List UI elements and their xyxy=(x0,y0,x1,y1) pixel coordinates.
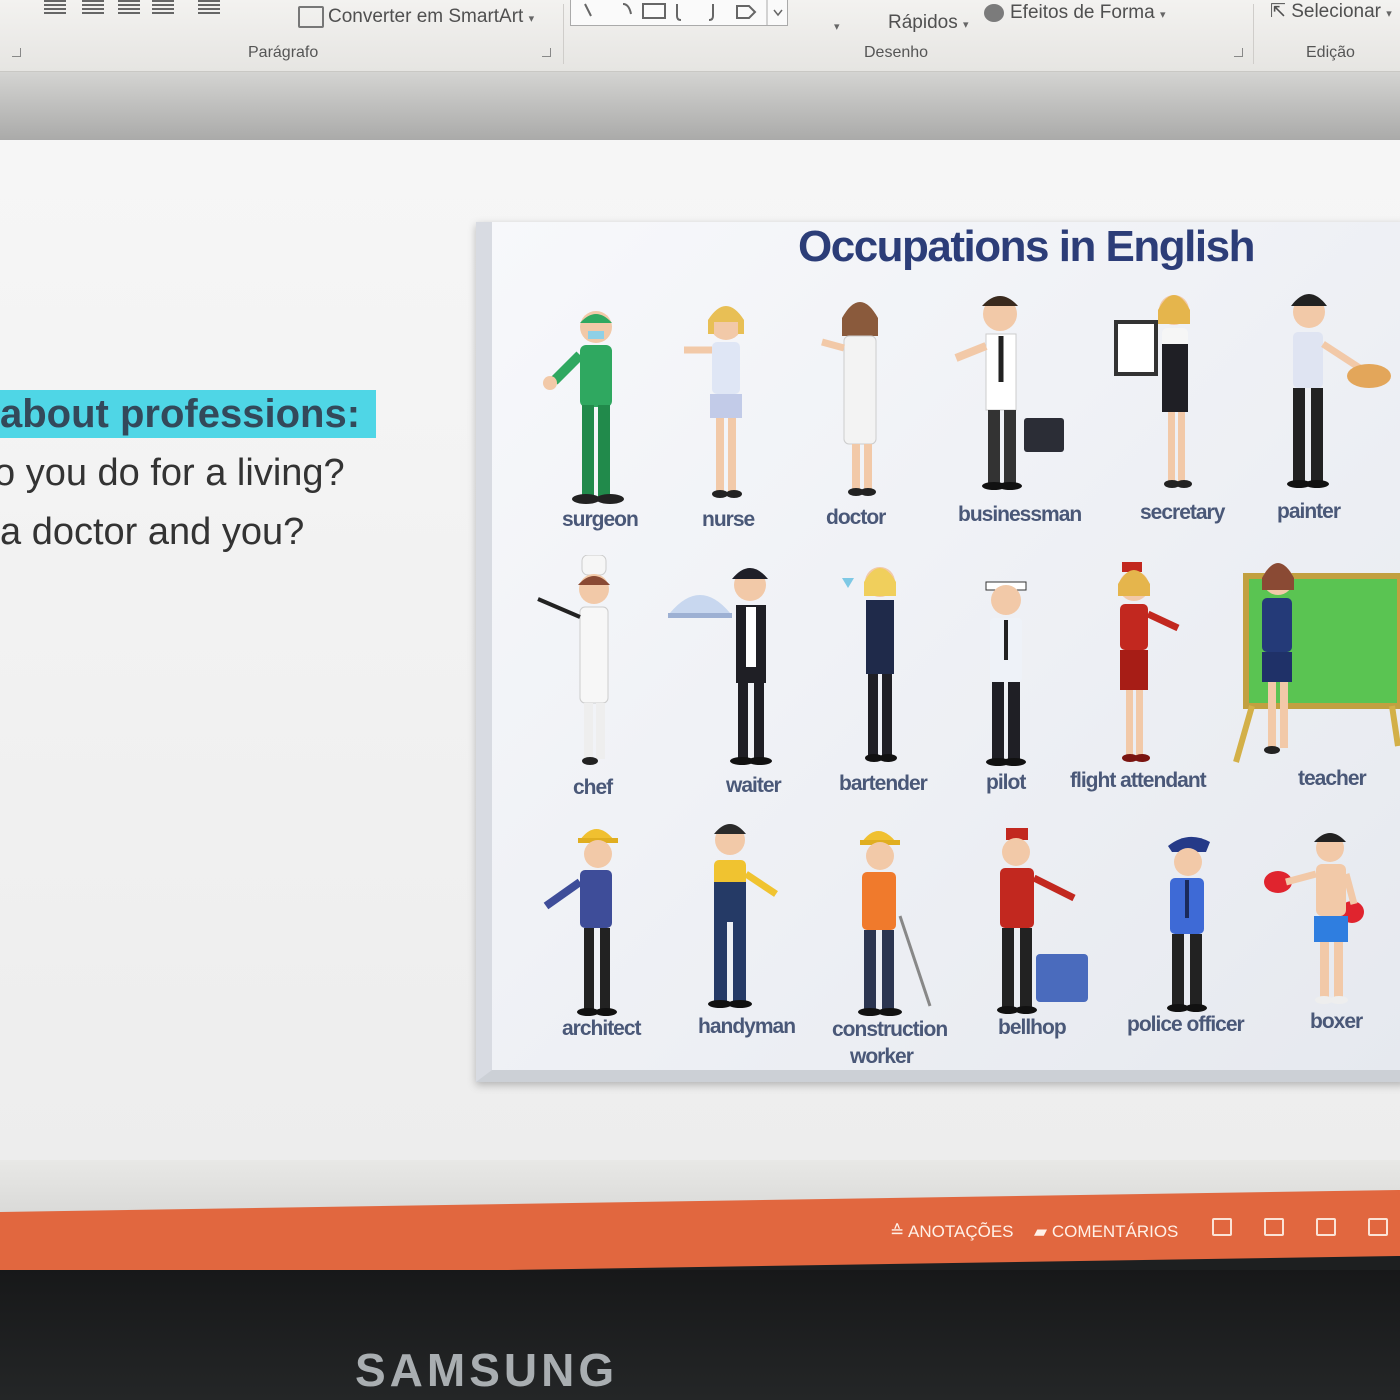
dialog-launcher-icon[interactable] xyxy=(1234,48,1243,57)
convert-smartart-button[interactable]: Converter em SmartArt ▾ xyxy=(328,6,534,28)
editor-background xyxy=(0,72,1400,142)
monitor-brand-logo: SAMSUNG xyxy=(355,1344,619,1396)
slide-sorter-icon[interactable] xyxy=(1264,1218,1284,1236)
construction-worker-figure xyxy=(858,831,932,1016)
occupation-label: secretary xyxy=(1140,501,1225,524)
secretary-figure xyxy=(1114,295,1192,488)
shape-effects-icon xyxy=(984,4,1004,22)
waiter-figure xyxy=(668,568,772,765)
teacher-figure xyxy=(1233,563,1400,763)
boxer-figure xyxy=(1264,833,1364,1004)
painter-figure xyxy=(1287,294,1391,488)
occupation-label: businessman xyxy=(958,503,1082,526)
dialog-launcher-icon[interactable] xyxy=(12,48,21,57)
chevron-down-icon: ▾ xyxy=(528,13,535,25)
shapes-icon xyxy=(584,0,783,26)
align-left-icon[interactable] xyxy=(44,0,66,14)
nurse-figure xyxy=(684,306,744,498)
comments-button[interactable]: ▰ COMENTÁRIOS xyxy=(1034,1222,1178,1242)
cursor-icon: ⇱ xyxy=(1270,1,1286,22)
normal-view-icon[interactable] xyxy=(1212,1218,1232,1236)
occupation-label: architect xyxy=(562,1017,642,1040)
convert-smartart-label: Converter em SmartArt xyxy=(328,6,524,27)
occupation-label: painter xyxy=(1277,500,1341,523)
pilot-figure xyxy=(985,581,1027,766)
occupation-label: handyman xyxy=(698,1015,796,1038)
comment-icon: ▰ xyxy=(1034,1222,1048,1241)
occupation-label: surgeon xyxy=(562,508,639,531)
occupation-label: boxer xyxy=(1310,1010,1363,1033)
occupation-label: pilot xyxy=(986,771,1026,794)
chevron-down-icon: ▾ xyxy=(963,19,969,31)
quick-styles-label: Rápidos xyxy=(888,12,958,33)
chevron-down-icon: ▾ xyxy=(1159,9,1166,21)
group-separator xyxy=(1253,4,1254,64)
chevron-down-icon: ▾ xyxy=(834,21,840,33)
occupation-label: doctor xyxy=(826,506,886,529)
picture-title: Occupations in English xyxy=(798,222,1255,271)
dialog-launcher-icon[interactable] xyxy=(542,48,551,57)
group-label-drawing: Desenho xyxy=(864,44,929,61)
align-center-icon[interactable] xyxy=(82,0,104,14)
monitor-bezel xyxy=(0,1270,1400,1400)
shapes-gallery[interactable] xyxy=(570,0,788,26)
occupation-label: flight attendant xyxy=(1070,769,1207,792)
occupation-label: chef xyxy=(573,776,613,799)
occupation-label: teacher xyxy=(1298,767,1367,790)
police-officer-figure xyxy=(1167,836,1210,1012)
slide-text-line[interactable]: o you do for a living? xyxy=(0,452,345,495)
architect-figure xyxy=(543,829,618,1016)
slide-heading[interactable]: about professions: xyxy=(0,392,360,437)
occupation-label: bartender xyxy=(839,772,928,795)
arrange-caret[interactable]: ▾ xyxy=(834,14,840,36)
align-right-icon[interactable] xyxy=(118,0,140,14)
occupation-label: construction xyxy=(832,1018,948,1041)
handyman-figure xyxy=(708,824,778,1008)
businessman-figure xyxy=(954,296,1064,490)
slideshow-icon[interactable] xyxy=(1368,1218,1388,1236)
slide-text-line[interactable]: a doctor and you? xyxy=(0,511,304,554)
reading-view-icon[interactable] xyxy=(1316,1218,1336,1236)
shape-effects-label: Efeitos de Forma xyxy=(1010,2,1155,23)
occupation-label: nurse xyxy=(702,508,755,531)
select-button[interactable]: ⇱ Selecionar ▾ xyxy=(1270,0,1392,23)
occupation-label: police officer xyxy=(1127,1013,1245,1036)
occupation-label: worker xyxy=(850,1045,914,1068)
occupation-label: waiter xyxy=(726,774,782,797)
notes-button[interactable]: ≙ ANOTAÇÕES xyxy=(890,1222,1014,1242)
ribbon: Converter em SmartArt ▾ ▾ Rápidos ▾ Efei… xyxy=(0,0,1400,72)
comments-label: COMENTÁRIOS xyxy=(1051,1222,1179,1241)
group-label-paragraph: Parágrafo xyxy=(248,44,319,61)
justify-icon[interactable] xyxy=(152,0,174,14)
quick-styles-button[interactable]: Rápidos ▾ xyxy=(888,12,969,34)
columns-icon[interactable] xyxy=(198,0,220,14)
occupation-label: bellhop xyxy=(998,1016,1067,1039)
bartender-figure xyxy=(842,567,897,762)
chef-figure xyxy=(537,555,610,765)
doctor-figure xyxy=(821,302,878,496)
surgeon-figure xyxy=(543,311,624,504)
select-label: Selecionar xyxy=(1291,1,1381,22)
chevron-down-icon: ▾ xyxy=(1386,8,1392,20)
notes-label: ANOTAÇÕES xyxy=(908,1222,1014,1241)
notes-icon: ≙ xyxy=(890,1222,905,1241)
smartart-icon xyxy=(298,6,324,28)
group-label-editing: Edição xyxy=(1306,44,1355,61)
bellhop-figure xyxy=(997,828,1088,1014)
shape-effects-button[interactable]: Efeitos de Forma ▾ xyxy=(1010,2,1165,24)
flight-attendant-figure xyxy=(1118,562,1180,762)
group-separator xyxy=(563,4,564,64)
